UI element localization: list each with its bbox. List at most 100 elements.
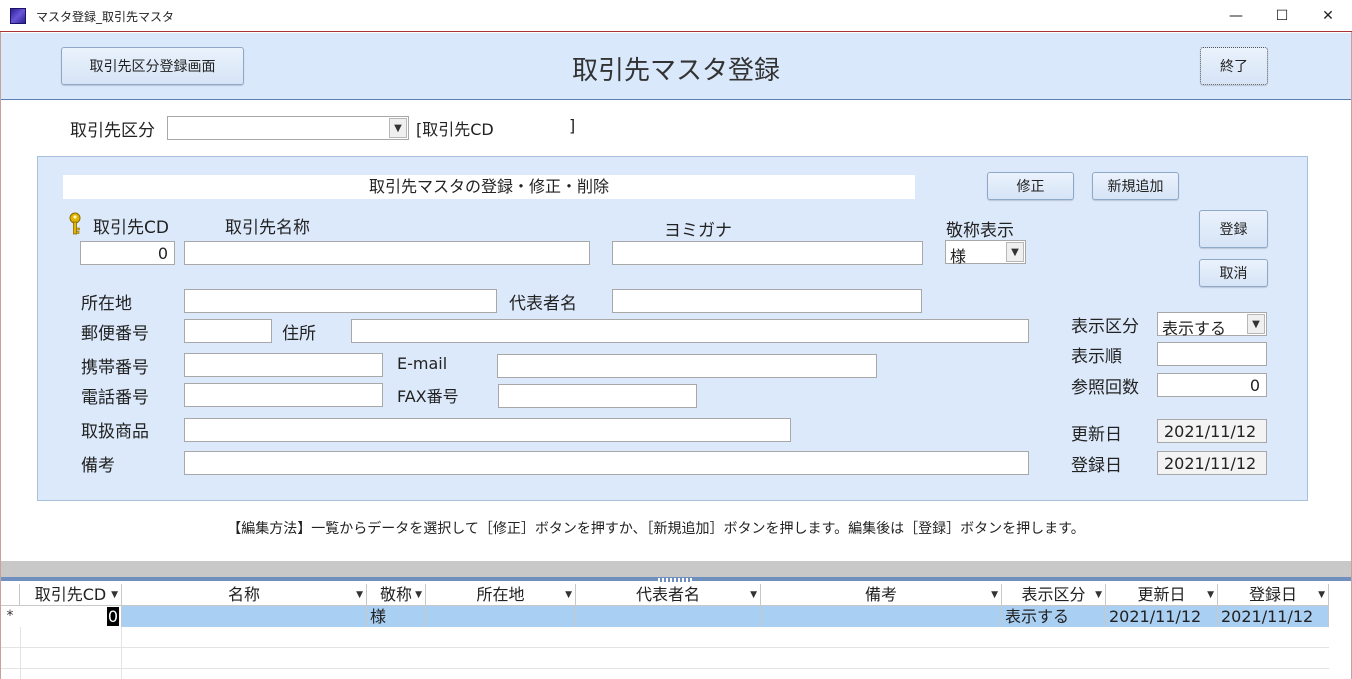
honorific-label: 敬称表示 <box>946 221 1014 241</box>
grid-line <box>20 627 21 679</box>
dropdown-icon[interactable]: ▼ <box>356 584 363 606</box>
address-input[interactable] <box>351 319 1029 343</box>
grid-header-label: 備考 <box>864 585 897 604</box>
grid-corner[interactable] <box>1 584 20 606</box>
kana-label: ヨミガナ <box>664 221 732 241</box>
panel-title: 取引先マスタの登録・修正・削除 <box>63 175 915 199</box>
table-row[interactable]: 0 <box>20 606 122 627</box>
email-label: E-mail <box>397 354 448 373</box>
postal-label: 郵便番号 <box>81 324 149 344</box>
rep-input[interactable] <box>612 289 922 313</box>
grid-header-name[interactable]: 名称 ▼ <box>122 584 367 606</box>
display-select-value: 表示する <box>1162 319 1227 338</box>
code-label: 取引先CD <box>93 218 169 238</box>
grid-cell-location[interactable] <box>426 606 576 627</box>
register-button[interactable]: 登録 <box>1199 210 1268 248</box>
grid-cell-code[interactable]: 0 <box>106 607 119 626</box>
code-filter-close: ] <box>569 116 576 135</box>
display-label: 表示区分 <box>1071 317 1139 337</box>
grid-cell-created[interactable]: 2021/11/12 <box>1218 606 1329 627</box>
edit-instructions: 【編集方法】一覧からデータを選択して［修正］ボタンを押すか、［新規追加］ボタンを… <box>227 521 1085 537</box>
products-input[interactable] <box>184 418 791 442</box>
updated-input[interactable] <box>1157 419 1267 443</box>
fax-label: FAX番号 <box>397 387 459 406</box>
updated-label: 更新日 <box>1071 425 1122 445</box>
email-input[interactable] <box>497 354 877 378</box>
exit-button[interactable]: 終了 <box>1200 47 1268 85</box>
grid-header-updated[interactable]: 更新日 ▼ <box>1106 584 1218 606</box>
splitter-grip[interactable] <box>658 578 692 582</box>
dropdown-icon[interactable]: ▼ <box>111 584 118 606</box>
splitter-bar[interactable] <box>1 561 1351 577</box>
grid-header-label: 代表者名 <box>635 585 700 604</box>
postal-input[interactable] <box>184 319 272 343</box>
honorific-select-value: 様 <box>950 247 967 266</box>
grid-empty-area <box>1 627 1351 679</box>
chevron-down-icon[interactable]: ▼ <box>389 118 407 138</box>
order-input[interactable] <box>1157 342 1267 366</box>
grid-header-label: 取引先CD <box>34 585 107 604</box>
grid-header-label: 所在地 <box>476 585 525 604</box>
grid-cell-display[interactable]: 表示する <box>1002 606 1106 627</box>
grid-header-code[interactable]: 取引先CD ▼ <box>20 584 122 606</box>
dropdown-icon[interactable]: ▼ <box>1207 584 1214 606</box>
chevron-down-icon[interactable]: ▼ <box>1247 314 1265 334</box>
products-label: 取扱商品 <box>81 422 149 442</box>
phone-input[interactable] <box>184 383 383 407</box>
created-label: 登録日 <box>1071 456 1122 476</box>
grid-header-label: 敬称 <box>379 585 412 604</box>
kana-input[interactable] <box>612 241 923 265</box>
dropdown-icon[interactable]: ▼ <box>565 584 572 606</box>
location-label: 所在地 <box>81 294 132 314</box>
grid-cell-memo[interactable] <box>761 606 1002 627</box>
dropdown-icon[interactable]: ▼ <box>415 584 422 606</box>
fax-input[interactable] <box>498 384 697 408</box>
grid-cell-honorific[interactable]: 様 <box>367 606 426 627</box>
grid-header-display[interactable]: 表示区分 ▼ <box>1002 584 1106 606</box>
chevron-down-icon[interactable]: ▼ <box>1006 242 1024 262</box>
dropdown-icon[interactable]: ▼ <box>1095 584 1102 606</box>
edit-button[interactable]: 修正 <box>987 172 1074 200</box>
new-button[interactable]: 新規追加 <box>1092 172 1179 200</box>
grid-header-location[interactable]: 所在地 ▼ <box>426 584 576 606</box>
mobile-input[interactable] <box>184 353 383 377</box>
page-title: 取引先マスタ登録 <box>571 56 780 86</box>
created-input[interactable] <box>1157 451 1267 475</box>
new-row-marker[interactable]: * <box>1 606 19 627</box>
grid-header-honorific[interactable]: 敬称 ▼ <box>367 584 426 606</box>
location-input[interactable] <box>184 289 497 313</box>
grid-header-created[interactable]: 登録日 ▼ <box>1218 584 1329 606</box>
grid-header-label: 登録日 <box>1248 585 1297 604</box>
grid-cell-updated[interactable]: 2021/11/12 <box>1106 606 1218 627</box>
name-input[interactable] <box>184 241 590 265</box>
cancel-button[interactable]: 取消 <box>1199 259 1268 287</box>
honorific-select[interactable]: 様 ▼ <box>945 240 1026 266</box>
title-bar: マスタ登録_取引先マスタ — ☐ ✕ <box>0 0 1352 32</box>
window-title: マスタ登録_取引先マスタ <box>36 10 175 24</box>
minimize-button[interactable]: — <box>1213 0 1259 32</box>
ref-label: 参照回数 <box>1071 378 1139 398</box>
code-filter-label: [取引先CD <box>416 120 494 139</box>
grid-header-label: 名称 <box>227 585 260 604</box>
code-input[interactable] <box>80 241 175 265</box>
category-select[interactable]: ▼ <box>167 116 409 140</box>
close-button[interactable]: ✕ <box>1305 0 1351 32</box>
memo-input[interactable] <box>184 451 1029 475</box>
address-label: 住所 <box>282 324 316 344</box>
maximize-button[interactable]: ☐ <box>1259 0 1305 32</box>
display-select[interactable]: 表示する ▼ <box>1157 312 1267 338</box>
dropdown-icon[interactable]: ▼ <box>991 584 998 606</box>
grid-header-rep[interactable]: 代表者名 ▼ <box>576 584 761 606</box>
dropdown-icon[interactable]: ▼ <box>750 584 757 606</box>
dropdown-icon[interactable]: ▼ <box>1318 584 1325 606</box>
ref-input[interactable] <box>1157 373 1267 397</box>
grid-header-memo[interactable]: 備考 ▼ <box>761 584 1002 606</box>
grid-cell-rep[interactable] <box>576 606 761 627</box>
name-label: 取引先名称 <box>225 218 310 238</box>
grid-cell-name[interactable] <box>122 606 367 627</box>
memo-label: 備考 <box>81 456 115 476</box>
grid-line <box>1 668 1329 669</box>
key-icon <box>69 212 81 235</box>
grid-line <box>1 647 1329 648</box>
mobile-label: 携帯番号 <box>81 358 149 378</box>
